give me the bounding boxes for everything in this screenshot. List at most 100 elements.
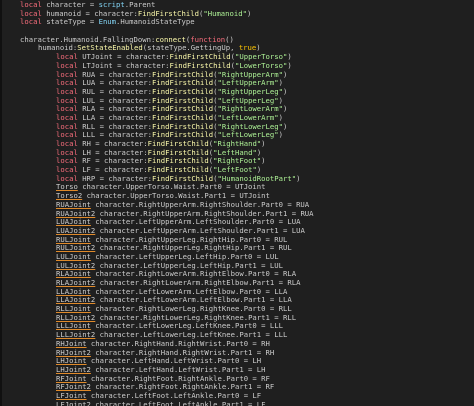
code-token: ) bbox=[296, 173, 301, 183]
code-token: ) bbox=[287, 52, 292, 62]
code-token: local bbox=[56, 104, 78, 114]
code-token: local bbox=[56, 86, 78, 96]
code-token: FindFirstChild bbox=[152, 112, 214, 122]
code-token: "RightUpperLeg" bbox=[217, 86, 283, 96]
code-token: Enum bbox=[98, 17, 117, 27]
code-token: FindFirstChild bbox=[152, 78, 214, 88]
code-token: ) bbox=[278, 112, 283, 122]
code-token: "LowerTorso" bbox=[234, 60, 288, 70]
code-token: "RightLowerArm" bbox=[217, 104, 283, 114]
code-token: RULJoint2 bbox=[56, 243, 96, 253]
code-token: character.RightFoot.RightAnkle.Part1 = R… bbox=[90, 382, 275, 392]
code-token: RFJoint bbox=[56, 373, 87, 383]
code-token: local bbox=[20, 0, 42, 9]
code-token: ) bbox=[261, 156, 266, 166]
code-token: RHJoint2 bbox=[56, 347, 91, 357]
code-token: character.RightUpperArm.RightShoulder.Pa… bbox=[90, 199, 310, 209]
code-token: UTJoint = character: bbox=[77, 52, 170, 62]
code-token: ) bbox=[278, 78, 283, 88]
code-token: RFJoint2 bbox=[56, 382, 91, 392]
code-token: "LeftUpperArm" bbox=[217, 78, 279, 88]
code-token: Torso2 bbox=[56, 191, 83, 201]
code-token: local bbox=[56, 156, 78, 166]
code-token: LLLJoint2 bbox=[56, 330, 96, 340]
code-token: local bbox=[56, 69, 78, 79]
code-token: FindFirstChild bbox=[147, 147, 209, 157]
code-token: () bbox=[225, 34, 234, 44]
code-token: ) bbox=[278, 95, 283, 105]
code-token: true bbox=[238, 43, 257, 53]
code-token: .HumanoidStateType bbox=[116, 17, 195, 27]
code-token: function bbox=[190, 34, 226, 44]
code-token: local bbox=[20, 8, 42, 18]
code-token: local bbox=[56, 130, 78, 140]
code-token: LUA = character: bbox=[77, 78, 153, 88]
code-token: LUAJoint bbox=[56, 217, 91, 227]
code-token: character.RightUpperLeg.RightHip.Part0 =… bbox=[90, 234, 288, 244]
code-token: character.LeftLowerArm.LeftElbow.Part1 =… bbox=[95, 295, 292, 305]
code-token: character.RightUpperLeg.RightHip.Part1 =… bbox=[95, 243, 292, 253]
code-token: character.RightFoot.RightAnkle.Part0 = R… bbox=[86, 373, 270, 383]
code-token: character.LeftLowerLeg.LeftKnee.Part0 = … bbox=[90, 321, 283, 331]
code-token: character.LeftFoot.LeftAnkle.Part1 = LF bbox=[90, 399, 266, 406]
code-token: ) bbox=[283, 69, 288, 79]
code-token: character.RightLowerLeg.RightKnee.Part1 … bbox=[95, 312, 297, 322]
code-token: local bbox=[56, 112, 78, 122]
code-token: ) bbox=[283, 104, 288, 114]
code-token: character.LeftUpperArm.LeftShoulder.Part… bbox=[95, 225, 305, 235]
code-token: ) bbox=[256, 147, 262, 157]
code-token: "RightHand" bbox=[213, 139, 262, 148]
code-token: LLAJoint2 bbox=[56, 295, 96, 305]
code-token: "HumanoidRootPart" bbox=[217, 173, 297, 183]
code-token: RLLJoint bbox=[56, 304, 91, 314]
code-token: RUAJoint2 bbox=[56, 208, 96, 218]
code-token: ) bbox=[247, 8, 252, 18]
code-token: LH = character: bbox=[77, 147, 148, 157]
code-token: RLL = character: bbox=[77, 121, 153, 131]
code-token: FindFirstChild bbox=[152, 121, 214, 131]
code-line[interactable]: LFJoint2 character.LeftFoot.LeftAnkle.Pa… bbox=[20, 399, 474, 406]
code-token: FindFirstChild bbox=[147, 156, 209, 166]
code-token: character.LeftUpperLeg.LeftHip.Part0 = L… bbox=[90, 251, 279, 261]
code-token: LUL = character: bbox=[77, 95, 153, 105]
code-token: "LeftUpperLeg" bbox=[217, 95, 279, 105]
code-token: character.LeftLowerLeg.LeftKnee.Part1 = … bbox=[95, 330, 288, 340]
code-token: LFJoint2 bbox=[56, 399, 91, 406]
code-token: character.LeftUpperArm.LeftShoulder.Part… bbox=[90, 217, 301, 227]
code-line[interactable]: local stateType = Enum.HumanoidStateType bbox=[20, 18, 474, 27]
code-token: LUAJoint2 bbox=[56, 225, 96, 235]
code-token: FindFirstChild bbox=[152, 69, 214, 79]
code-token: stateType = bbox=[41, 17, 99, 27]
code-token: LLLJoint bbox=[56, 321, 91, 331]
code-token: SetStateEnabled bbox=[77, 43, 143, 53]
code-token: LLL = character: bbox=[77, 130, 153, 140]
code-token: (stateType.GettingUp, bbox=[142, 43, 239, 53]
code-token: FindFirstChild bbox=[169, 52, 231, 62]
code-token: character.RightHand.RightWrist.Part1 = R… bbox=[90, 347, 275, 357]
code-token: FindFirstChild bbox=[137, 8, 199, 18]
code-token: script bbox=[98, 0, 125, 9]
code-token: FindFirstChild bbox=[169, 60, 231, 70]
code-token: RLA = character: bbox=[77, 104, 153, 114]
code-token: FindFirstChild bbox=[147, 165, 209, 175]
code-token: "LeftFoot" bbox=[213, 165, 257, 175]
code-token: RLLJoint2 bbox=[56, 312, 96, 322]
code-token: local bbox=[56, 95, 78, 105]
code-token: "RightLowerLeg" bbox=[217, 121, 283, 131]
code-token: character.LeftLowerArm.LeftElbow.Part0 =… bbox=[90, 286, 288, 296]
code-editor[interactable]: local character = script.Parent local hum… bbox=[0, 0, 474, 406]
code-token: LF = character: bbox=[77, 165, 148, 175]
code-token: character.LeftHand.LeftWrist.Part1 = LH bbox=[90, 364, 266, 374]
code-token: LULJoint2 bbox=[56, 260, 96, 270]
code-token: character.UpperTorso.Waist.Part0 = UTJoi… bbox=[77, 182, 266, 192]
code-token: character.Humanoid.FallingDown: bbox=[20, 34, 156, 44]
code-token: ) bbox=[256, 43, 261, 53]
code-area[interactable]: local character = script.Parent local hum… bbox=[20, 0, 474, 406]
code-token: LFJoint bbox=[56, 390, 87, 400]
code-token: FindFirstChild bbox=[147, 139, 209, 148]
code-token: ) bbox=[256, 165, 262, 175]
code-token: ) bbox=[261, 139, 266, 148]
code-token: ) bbox=[283, 86, 288, 96]
code-token: FindFirstChild bbox=[152, 104, 214, 114]
code-token: LTJoint = character: bbox=[77, 60, 170, 70]
